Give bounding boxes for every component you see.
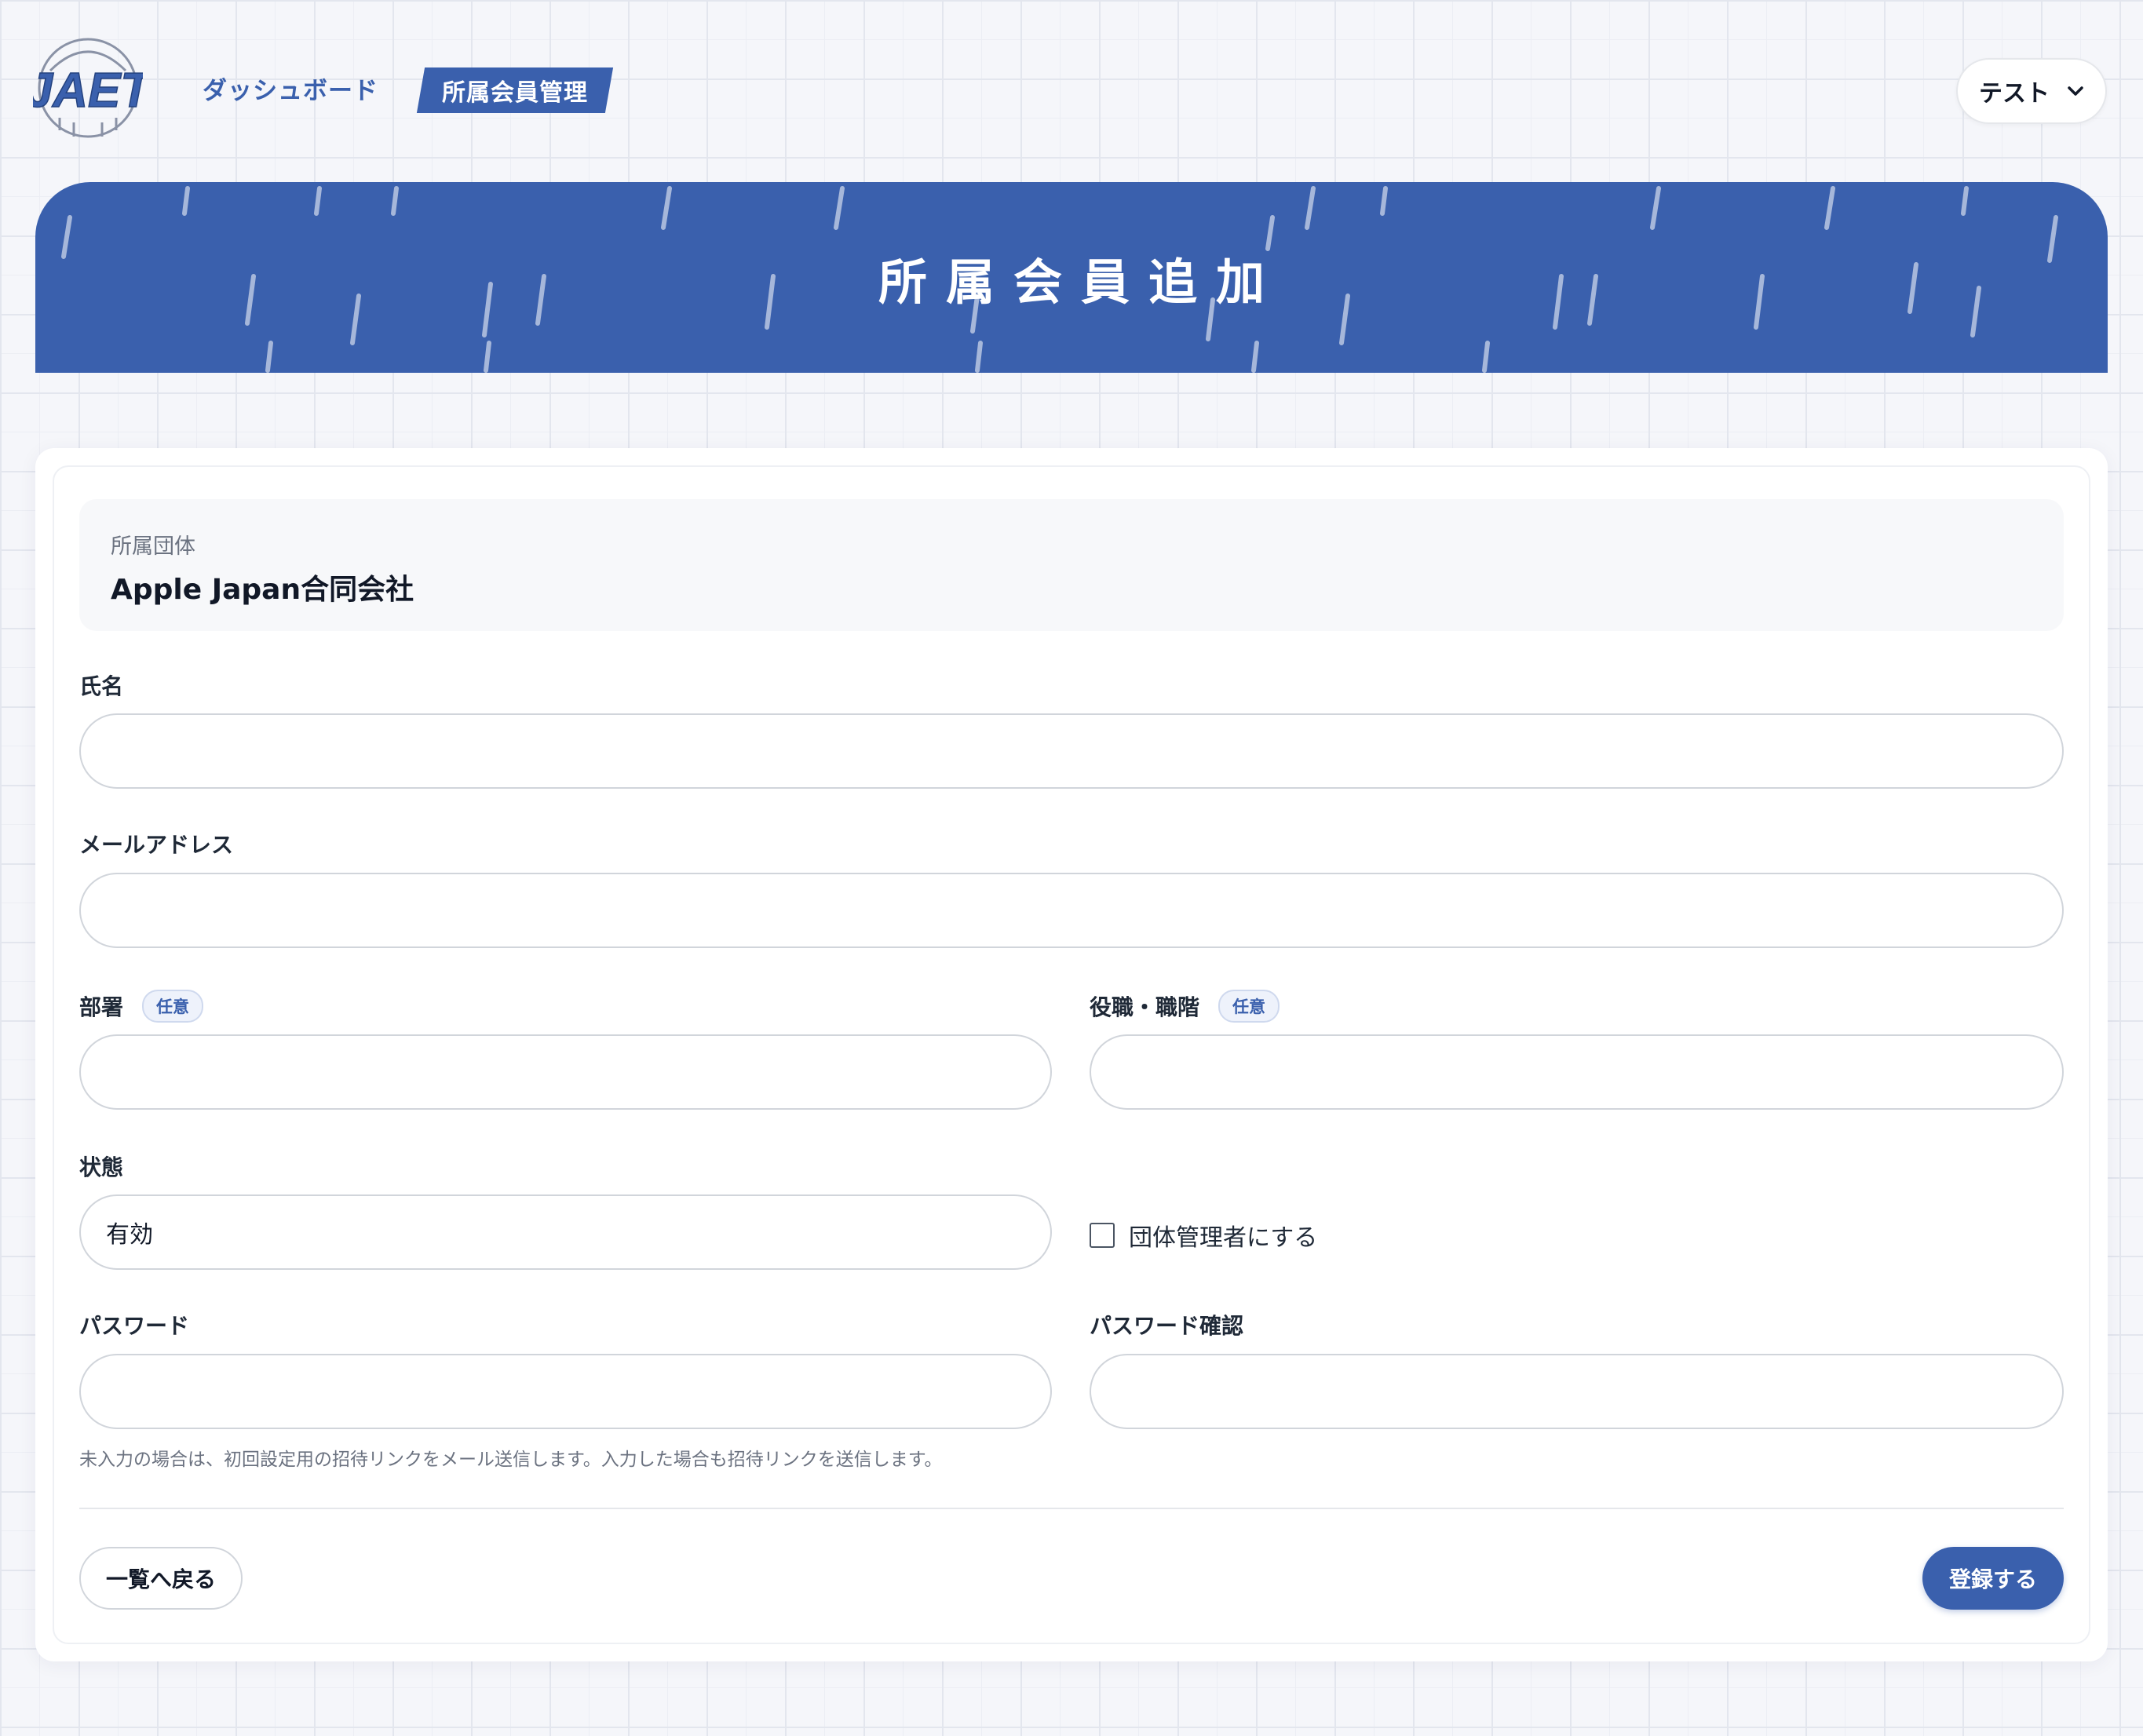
jaet-logo[interactable]: JAET [25,36,155,143]
svg-text:JAET: JAET [33,64,143,118]
position-label: 役職・職階 任意 [1090,990,1280,1023]
organization-label: 所属団体 [111,534,195,559]
password-label-text: パスワード [79,1313,190,1339]
nav-members-link[interactable]: 所属会員管理 [416,67,614,113]
position-label-text: 役職・職階 [1090,994,1200,1020]
password-confirm-label: パスワード確認 [1090,1309,1243,1340]
status-select-value: 有効 [106,1221,153,1249]
admin-checkbox-row[interactable]: 団体管理者にする [1090,1218,1317,1253]
optional-badge: 任意 [142,990,204,1023]
form-divider [79,1508,2064,1509]
department-input[interactable] [79,1034,1052,1110]
status-label-text: 状態 [79,1154,124,1180]
page-title: 所属会員追加 [878,253,1283,311]
department-label-text: 部署 [79,994,124,1020]
submit-button[interactable]: 登録する [1922,1547,2064,1610]
admin-checkbox[interactable] [1090,1223,1115,1248]
email-label-text: メールアドレス [79,832,234,858]
password-confirm-input[interactable] [1090,1354,2064,1429]
password-label: パスワード [79,1309,189,1340]
position-input[interactable] [1090,1034,2064,1110]
page-title-banner: 所属会員追加 [35,182,2108,373]
user-name: テスト [1979,80,2050,108]
password-help-text: 未入力の場合は、初回設定用の招待リンクをメール送信します。入力した場合も招待リン… [79,1450,943,1470]
organization-value: Apple Japan合同会社 [111,574,414,606]
email-input[interactable] [79,873,2064,948]
nav-dashboard-link[interactable]: ダッシュボード [203,71,378,106]
organization-info: 所属団体 Apple Japan合同会社 [79,499,2064,631]
password-input[interactable] [79,1354,1052,1429]
email-label: メールアドレス [79,828,233,859]
optional-badge: 任意 [1218,990,1280,1023]
department-label: 部署 任意 [79,990,204,1023]
name-label: 氏名 [79,669,123,701]
back-to-list-button[interactable]: 一覧へ戻る [79,1547,243,1610]
nav-members-label: 所属会員管理 [442,79,588,107]
name-input[interactable] [79,713,2064,789]
status-select[interactable]: 有効 [79,1194,1052,1270]
logo-emblem: JAET [25,38,155,138]
chevron-down-icon [2068,86,2083,96]
name-label-text: 氏名 [79,673,124,699]
status-label: 状態 [79,1151,123,1182]
password-confirm-label-text: パスワード確認 [1090,1313,1244,1339]
user-menu-button[interactable]: テスト [1956,58,2107,124]
admin-checkbox-label: 団体管理者にする [1129,1224,1318,1252]
